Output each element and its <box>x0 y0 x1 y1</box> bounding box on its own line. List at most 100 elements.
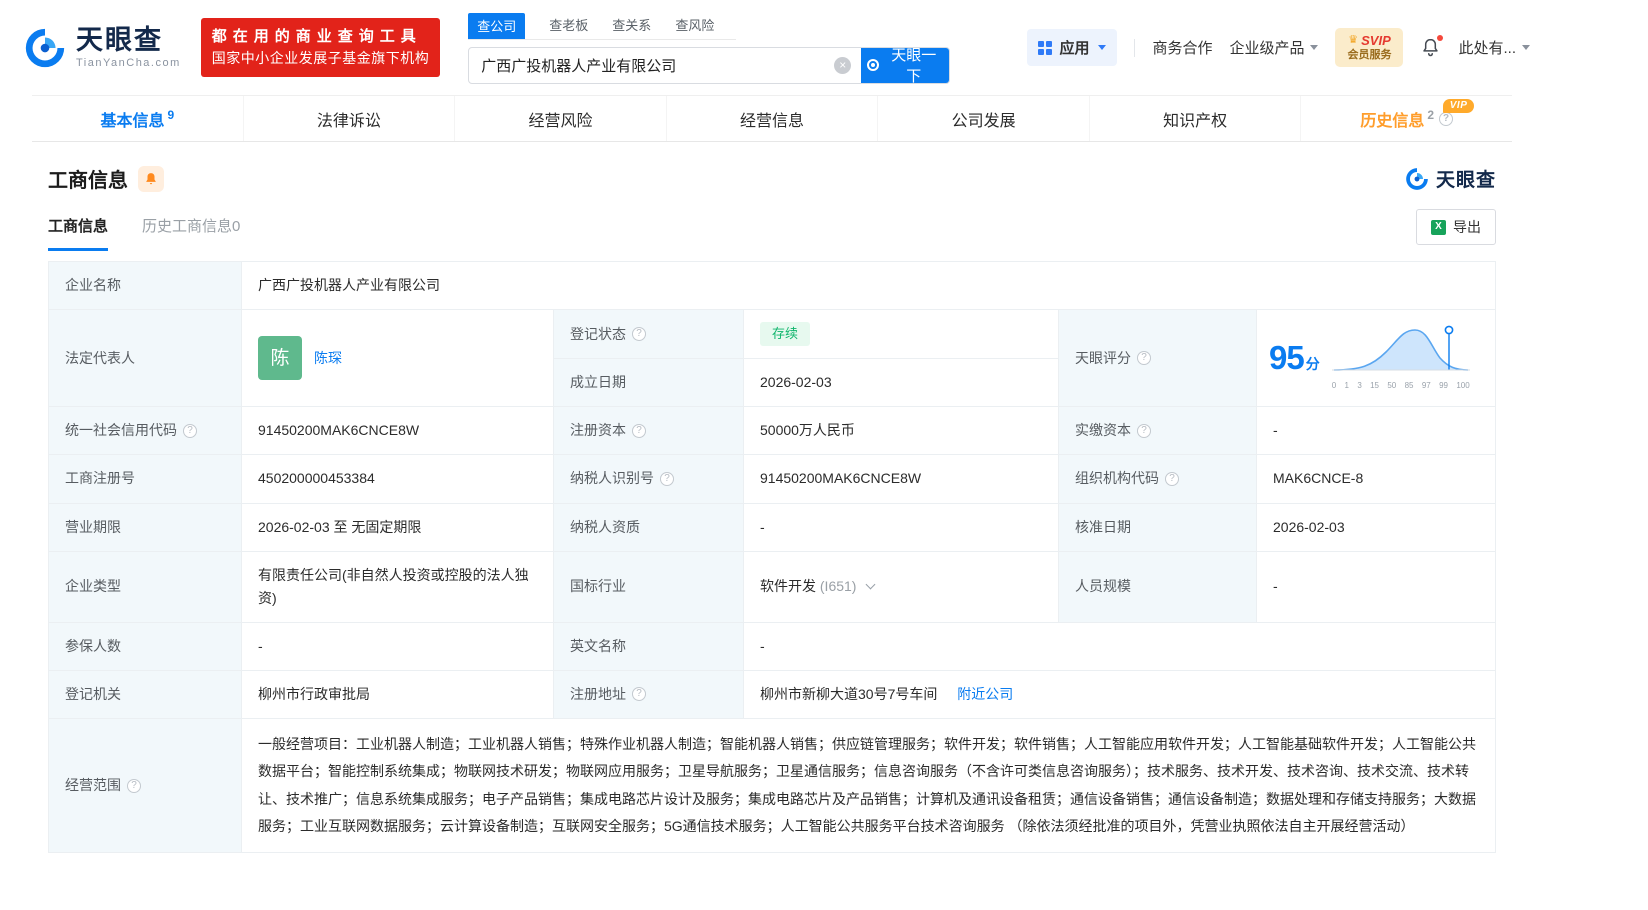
scope-label-text: 经营范围 <box>65 774 121 797</box>
staff-size-label: 人员规模 <box>1059 551 1257 622</box>
section-title: 工商信息 <box>48 164 128 193</box>
nav-enterprise-label: 企业级产品 <box>1229 37 1304 58</box>
help-icon[interactable]: ? <box>1439 112 1453 126</box>
help-icon[interactable]: ? <box>127 779 141 793</box>
crown-icon: ♛ <box>1348 34 1358 48</box>
org-code-label: 组织机构代码? <box>1059 455 1257 503</box>
tab-operating-info-label: 经营信息 <box>740 107 804 131</box>
search-tab-risk[interactable]: 查风险 <box>675 12 714 39</box>
nav-business-coop[interactable]: 商务合作 <box>1152 37 1212 58</box>
table-row: 法定代表人 陈 陈琛 登记状态? 存续 <box>49 310 1496 359</box>
search-tabs: 查公司 查老板 查关系 查风险 <box>468 12 736 40</box>
tab-basic-info-label: 基本信息 <box>100 107 164 131</box>
tab-history-info[interactable]: VIP 历史信息 2 ? <box>1301 96 1512 141</box>
chevron-down-icon[interactable] <box>866 580 876 590</box>
table-row: 经营范围? 一般经营项目：工业机器人制造；工业机器人销售；特殊作业机器人制造；智… <box>49 719 1496 853</box>
tab-company-development-label: 公司发展 <box>952 107 1016 131</box>
clear-icon[interactable]: × <box>834 57 851 74</box>
top-header: 天眼查 TianYanCha.com 都在用的商业查询工具 国家中小企业发展子基… <box>0 0 1648 95</box>
industry-label: 国标行业 <box>554 551 744 622</box>
tab-operating-risk-label: 经营风险 <box>528 107 592 131</box>
taxpayer-quality-label: 纳税人资质 <box>554 503 744 551</box>
user-label: 此处有... <box>1458 37 1516 58</box>
score-cell: 95 分 <box>1257 310 1496 407</box>
search-tab-company[interactable]: 查公司 <box>468 13 525 39</box>
tab-legal-proceedings[interactable]: 法律诉讼 <box>244 96 456 141</box>
bell-icon <box>144 172 158 186</box>
chevron-down-icon <box>1310 45 1318 50</box>
help-icon[interactable]: ? <box>632 327 646 341</box>
term-label: 营业期限 <box>49 503 242 551</box>
tab-operating-risk[interactable]: 经营风险 <box>455 96 667 141</box>
org-code-label-text: 组织机构代码 <box>1075 467 1159 490</box>
english-name-value: - <box>744 622 1496 670</box>
subscribe-bell-button[interactable] <box>138 166 164 192</box>
search-tab-relation[interactable]: 查关系 <box>612 12 651 39</box>
subtab-business-info[interactable]: 工商信息 <box>48 215 108 251</box>
address-cell: 柳州市新柳大道30号7号车间 附近公司 <box>744 670 1496 718</box>
notification-dot <box>1437 35 1443 41</box>
tab-operating-info[interactable]: 经营信息 <box>667 96 879 141</box>
tianyancha-logo[interactable]: 天眼查 TianYanCha.com <box>22 25 181 71</box>
score-unit: 分 <box>1306 353 1320 376</box>
subtab-history-business-info[interactable]: 历史工商信息0 <box>142 215 240 251</box>
tab-legal-proceedings-label: 法律诉讼 <box>317 107 381 131</box>
svip-sublabel: 会员服务 <box>1347 49 1391 63</box>
apps-menu[interactable]: 应用 <box>1027 29 1117 66</box>
taxpayer-id-label-text: 纳税人识别号 <box>570 467 654 490</box>
business-info-section: 工商信息 天眼查 工商信息 历史工商信息0 X 导出 <box>32 142 1512 853</box>
sub-tabs: 工商信息 历史工商信息0 X 导出 <box>32 209 1512 251</box>
search-tab-boss[interactable]: 查老板 <box>549 12 588 39</box>
help-icon[interactable]: ? <box>1165 472 1179 486</box>
reg-status-label: 登记状态? <box>554 310 744 359</box>
legal-rep-link[interactable]: 陈琛 <box>314 347 342 370</box>
company-type-label: 企业类型 <box>49 551 242 622</box>
search-input[interactable] <box>469 57 834 74</box>
table-row: 参保人数 - 英文名称 - <box>49 622 1496 670</box>
score-chart: 0131550859799100 <box>1330 324 1472 392</box>
promo-banner-line2: 国家中小企业发展子基金旗下机构 <box>212 48 430 70</box>
help-icon[interactable]: ? <box>632 424 646 438</box>
nav-enterprise-products[interactable]: 企业级产品 <box>1229 37 1318 58</box>
apps-label: 应用 <box>1059 37 1089 58</box>
nearby-companies-link[interactable]: 附近公司 <box>957 686 1013 702</box>
legal-rep-label: 法定代表人 <box>49 310 242 407</box>
reg-status-label-text: 登记状态 <box>570 323 626 346</box>
avatar[interactable]: 陈 <box>258 336 302 380</box>
insured-label: 参保人数 <box>49 622 242 670</box>
paid-capital-label: 实缴资本? <box>1059 407 1257 455</box>
table-row: 工商注册号 450200000453384 纳税人识别号? 91450200MA… <box>49 455 1496 503</box>
tab-history-info-count: 2 <box>1427 108 1434 122</box>
tab-intellectual-property[interactable]: 知识产权 <box>1090 96 1302 141</box>
search-area: 查公司 查老板 查关系 查风险 × 天眼一下 <box>468 12 950 84</box>
tab-company-development[interactable]: 公司发展 <box>878 96 1090 141</box>
tab-basic-info[interactable]: 基本信息 9 <box>32 96 244 141</box>
help-icon[interactable]: ? <box>632 687 646 701</box>
company-name-value: 广西广投机器人产业有限公司 <box>242 262 1496 310</box>
tab-intellectual-property-label: 知识产权 <box>1163 107 1227 131</box>
approve-date-label: 核准日期 <box>1059 503 1257 551</box>
export-button[interactable]: X 导出 <box>1416 209 1496 245</box>
divider <box>1134 39 1135 57</box>
logo-domain: TianYanCha.com <box>76 57 181 69</box>
credit-code-label: 统一社会信用代码? <box>49 407 242 455</box>
promo-banner: 都在用的商业查询工具 国家中小企业发展子基金旗下机构 <box>201 18 441 77</box>
user-menu[interactable]: 此处有... <box>1458 37 1530 58</box>
reg-status-cell: 存续 <box>744 310 1059 359</box>
credit-code-label-text: 统一社会信用代码 <box>65 419 177 442</box>
term-value: 2026-02-03 至 无固定期限 <box>242 503 554 551</box>
help-icon[interactable]: ? <box>1137 424 1151 438</box>
help-icon[interactable]: ? <box>1137 351 1151 365</box>
authority-label: 登记机关 <box>49 670 242 718</box>
business-info-table: 企业名称 广西广投机器人产业有限公司 法定代表人 陈 陈琛 登记状态? <box>48 261 1496 853</box>
svip-membership-badge[interactable]: ♛ SVIP 会员服务 <box>1335 28 1403 67</box>
help-icon[interactable]: ? <box>660 472 674 486</box>
help-icon[interactable]: ? <box>183 424 197 438</box>
logo-text: 天眼查 TianYanCha.com <box>76 26 181 70</box>
company-nav-tabs: 基本信息 9 法律诉讼 经营风险 经营信息 公司发展 知识产权 VIP 历史信息… <box>32 95 1512 142</box>
notifications-bell-button[interactable] <box>1420 37 1441 58</box>
table-row: 企业类型 有限责任公司(非自然人投资或控股的法人独资) 国标行业 软件开发 (I… <box>49 551 1496 622</box>
credit-code-value: 91450200MAK6CNCE8W <box>242 407 554 455</box>
search-button[interactable]: 天眼一下 <box>861 47 949 84</box>
scope-value: 一般经营项目：工业机器人制造；工业机器人销售；特殊作业机器人制造；智能机器人销售… <box>242 719 1496 853</box>
